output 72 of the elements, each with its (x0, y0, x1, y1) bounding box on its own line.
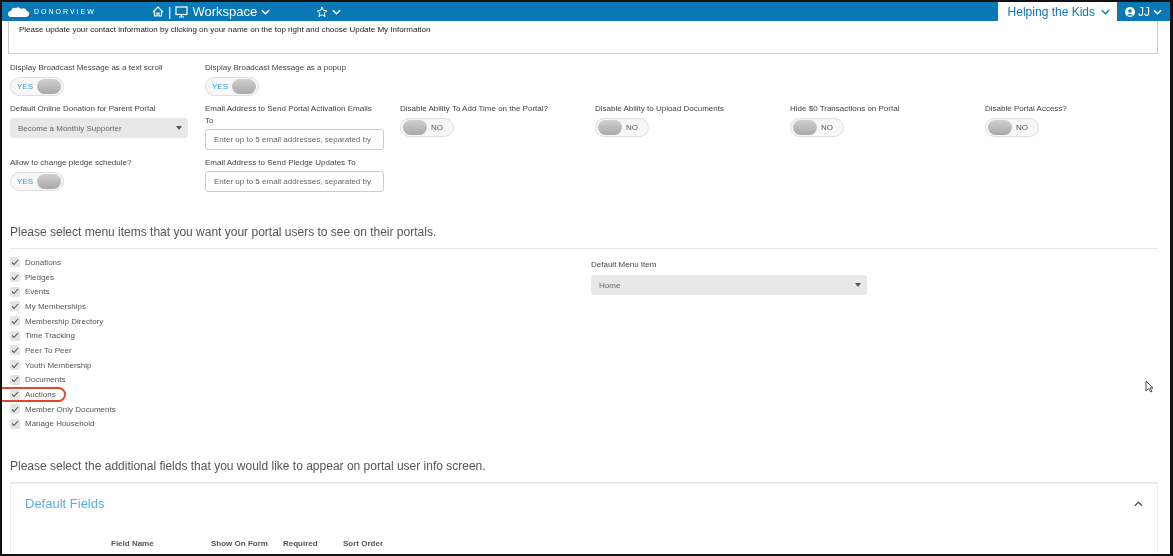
checkbox[interactable] (10, 330, 20, 341)
setting-label: Email Address to Send Pledge Updates To (205, 157, 357, 169)
dropdown-arrow-icon (855, 283, 861, 287)
checkbox[interactable] (10, 301, 20, 312)
setting-label: Default Menu Item (591, 259, 658, 271)
checkbox[interactable] (10, 360, 20, 371)
checkbox[interactable] (10, 286, 20, 297)
section-heading: Please select menu items that you want your portal users to see on their portals. (10, 225, 438, 239)
setting-label: Disable Ability to Upload Documents (595, 103, 725, 115)
column-header: Required (283, 539, 319, 549)
toggle-switch[interactable]: NO (790, 118, 844, 137)
dropdown[interactable]: Become a Monthly Supporter (10, 118, 188, 138)
organization-menu[interactable]: Helping the Kids (997, 2, 1117, 21)
checkbox[interactable] (10, 272, 20, 283)
menu-item-label: Auctions (25, 390, 56, 400)
email-field[interactable]: Enter up to 5 email addresses, separated by (205, 129, 384, 150)
checkbox[interactable] (10, 316, 20, 327)
setting-label: Disable Portal Access? (985, 103, 1068, 115)
chevron-down-icon (1153, 8, 1162, 15)
menu-item-label: Pledges (25, 272, 54, 282)
chevron-down-icon (332, 8, 342, 15)
chevron-up-icon[interactable] (1134, 500, 1143, 507)
section-heading: Please select the additional fields that you would like to appear on portal user info screen. (10, 459, 487, 474)
separator: | (168, 4, 172, 19)
column-header: Show On Form (211, 539, 269, 549)
dropdown-arrow-icon (176, 126, 182, 130)
checkbox[interactable] (10, 257, 20, 268)
toggle-switch[interactable]: YES (205, 77, 259, 96)
toggle-switch[interactable]: YES (10, 172, 64, 191)
checkbox[interactable] (10, 404, 20, 415)
chevron-down-icon (1101, 8, 1110, 15)
menu-item-label: Manage Household (25, 419, 95, 429)
setting-label: Email Address to Send Portal Activation Emails To (205, 103, 373, 127)
user-icon (1125, 6, 1135, 17)
setting-label: Display Broadcast Message as a text scroll (10, 62, 164, 74)
star-icon (316, 5, 329, 18)
setting-label: Default Online Donation for Parent Portal (10, 103, 157, 115)
panel-title: Default Fields (25, 496, 105, 512)
toggle-switch[interactable]: NO (985, 118, 1039, 137)
home-icon[interactable] (152, 6, 164, 17)
menu-item-label: Youth Membership (25, 360, 92, 370)
toggle-switch[interactable]: NO (595, 118, 649, 137)
setting-label: Disable Ability To Add Time on the Portal? (400, 103, 549, 115)
menu-item-label: Donations (25, 257, 62, 267)
monitor-icon (175, 5, 189, 18)
menu-item-label: Documents (25, 375, 66, 385)
email-field[interactable]: Enter up to 5 email addresses, separated by (205, 171, 384, 192)
setting-label: Hide $0 Transactions on Portal (790, 103, 901, 115)
column-header: Field Name (111, 539, 155, 549)
user-menu[interactable]: JJ (1117, 4, 1170, 19)
favorites-menu[interactable] (316, 5, 342, 18)
checkbox[interactable] (10, 345, 20, 356)
column-header: Sort Order (343, 539, 384, 549)
toggle-switch[interactable]: NO (400, 118, 454, 137)
setting-label: Allow to change pledge schedule? (10, 157, 133, 169)
menu-item-label: Membership Directory (25, 316, 104, 326)
dropdown[interactable]: Home (591, 275, 867, 295)
toggle-switch[interactable]: YES (10, 77, 64, 96)
workspace-menu[interactable]: Workspace (175, 4, 271, 19)
menu-item-label: Peer To Peer (25, 345, 72, 355)
pointer-icon (1145, 380, 1154, 393)
setting-label: Display Broadcast Message as a popup (205, 62, 347, 74)
menu-item-label: Member Only Documents (25, 404, 116, 414)
menu-item-label: Events (25, 287, 50, 297)
checkbox[interactable] (10, 389, 20, 400)
checkbox[interactable] (10, 374, 20, 385)
logo-icon (8, 5, 30, 18)
menu-item-label: Time Tracking (25, 331, 75, 341)
chevron-down-icon (261, 8, 271, 15)
checkbox[interactable] (10, 418, 20, 429)
broadcast-message-field[interactable]: Please update your contact information by clicking on your name on the top right and choose Update My Information (8, 21, 1158, 54)
menu-item-label: My Memberships (25, 301, 86, 311)
